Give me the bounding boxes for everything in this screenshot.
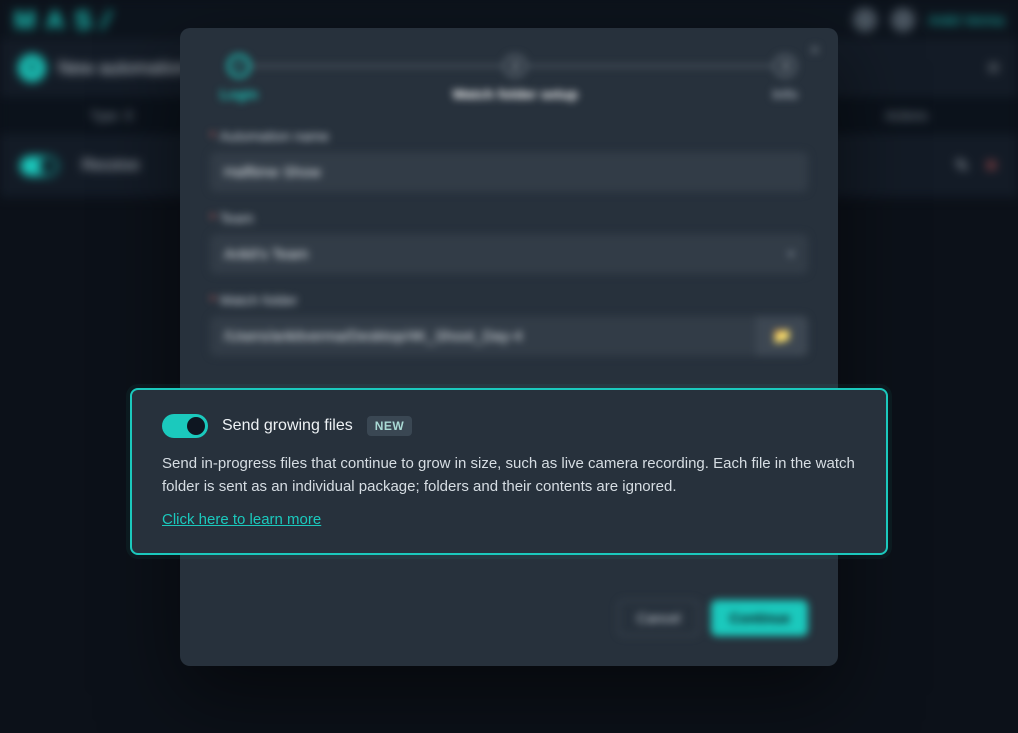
row-type-label: Receive [82,157,140,175]
automation-name-label: Automation name [219,128,329,144]
close-page-icon[interactable]: × [987,55,1000,81]
continue-button[interactable]: Continue [711,600,808,636]
field-team: *Team ▾ [210,210,808,274]
cancel-button[interactable]: Cancel [618,600,700,636]
stepper: Login 2 Watch folder setup 3 Info [220,54,798,102]
folder-icon: 📁 [772,326,792,346]
add-automation-button[interactable]: + [18,54,46,82]
step-info: 3 Info [772,54,798,102]
growing-files-description: Send in-progress files that continue to … [162,452,856,499]
logo: MAS/ [14,5,119,36]
avatar[interactable] [891,8,915,32]
browse-button[interactable]: 📁 [756,316,808,356]
learn-more-link[interactable]: Click here to learn more [162,511,321,528]
delete-icon[interactable]: ✕ [985,156,998,176]
help-icon[interactable] [853,8,877,32]
watch-folder-label: Watch folder [219,292,297,308]
edit-icon[interactable]: ✎ [955,156,968,176]
field-watch-folder: *Watch folder 📁 [210,292,808,356]
watch-folder-input[interactable] [210,316,756,356]
growing-files-label: Send growing files [222,417,353,435]
step-setup: 2 Watch folder setup [452,54,578,102]
new-badge: NEW [367,416,413,436]
page-title: New automation [58,58,188,79]
step-login: Login [220,54,258,102]
setup-modal: × Login 2 Watch folder setup 3 Info *Aut… [180,28,838,666]
team-select[interactable] [210,234,808,274]
team-label: Team [219,210,253,226]
automation-name-input[interactable] [210,152,808,192]
field-automation-name: *Automation name [210,128,808,192]
growing-files-callout: Send growing files NEW Send in-progress … [130,388,888,555]
col-actions: Actions [885,108,928,123]
chevron-down-icon: ▾ [788,247,794,261]
row-toggle[interactable] [20,156,58,176]
username[interactable]: Ankit Verma [929,12,1004,28]
close-icon[interactable]: × [809,40,820,61]
col-type: Type [90,108,118,123]
growing-files-toggle[interactable] [162,414,208,438]
col-count: 8 [125,108,132,123]
